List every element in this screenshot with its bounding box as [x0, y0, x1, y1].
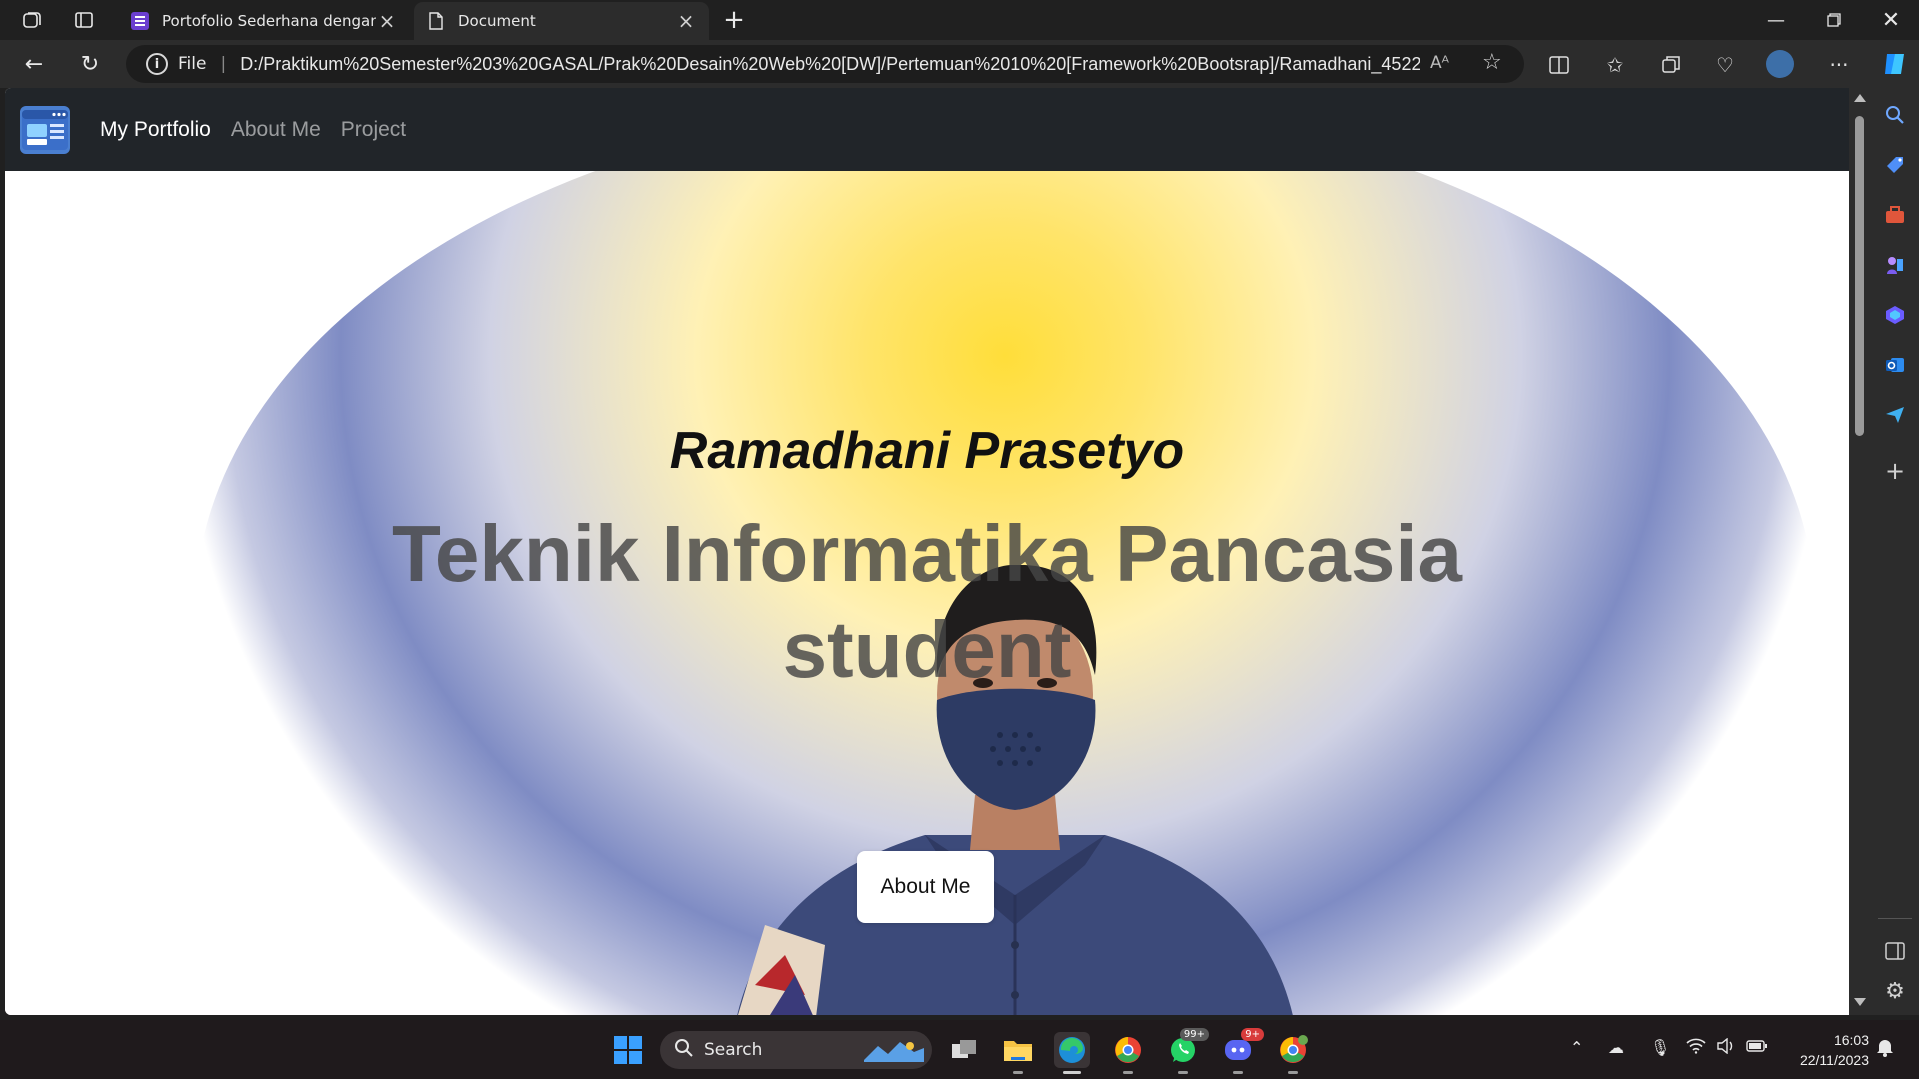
battery-icon[interactable]: [1746, 1038, 1768, 1057]
whatsapp-icon[interactable]: 99+: [1165, 1028, 1209, 1074]
nav-link-about-me[interactable]: About Me: [231, 118, 321, 142]
scrollbar-thumb[interactable]: [1855, 116, 1864, 436]
shopping-icon[interactable]: [1882, 152, 1908, 178]
hero-section: Ramadhani Prasetyo Teknik Informatika Pa…: [5, 171, 1849, 1015]
search-highlight-icon: [864, 1038, 924, 1067]
workspaces-icon[interactable]: [18, 8, 46, 32]
form-icon: [130, 11, 150, 31]
address-separator: |: [220, 54, 227, 74]
clock-date: 22/11/2023: [1799, 1052, 1869, 1068]
portfolio-logo-icon[interactable]: [20, 105, 70, 154]
search-icon: [674, 1038, 694, 1063]
document-icon: [426, 11, 446, 31]
tab-title: Document: [458, 12, 536, 30]
tools-icon[interactable]: [1882, 202, 1908, 228]
page-scrollbar[interactable]: [1849, 88, 1870, 1015]
edge-sidebar: + ⚙: [1870, 88, 1919, 1015]
chrome-profile-icon[interactable]: [1275, 1032, 1311, 1074]
edge-browser-icon[interactable]: [1054, 1032, 1090, 1074]
back-icon[interactable]: ←: [18, 50, 50, 78]
start-windows-icon[interactable]: [610, 1032, 646, 1068]
restore-icon[interactable]: [1806, 0, 1862, 40]
address-bar[interactable]: i File | D:/Praktikum%20Semester%203%20G…: [126, 45, 1524, 83]
taskbar-search[interactable]: Search: [660, 1031, 932, 1069]
favorite-star-icon[interactable]: ☆: [1482, 50, 1502, 75]
discord-badge: 9+: [1241, 1028, 1264, 1041]
profile-avatar-icon[interactable]: [1766, 50, 1794, 78]
refresh-icon[interactable]: ↻: [74, 50, 106, 78]
volume-icon[interactable]: [1716, 1037, 1736, 1058]
discord-icon[interactable]: 9+: [1220, 1028, 1264, 1074]
url-text[interactable]: D:/Praktikum%20Semester%203%20GASAL/Prak…: [240, 54, 1420, 75]
active-indicator: [1063, 1071, 1081, 1074]
task-view-icon[interactable]: [946, 1032, 982, 1068]
scroll-down-icon[interactable]: [1854, 998, 1866, 1006]
running-indicator: [1178, 1071, 1188, 1074]
hero-name: Ramadhani Prasetyo: [669, 422, 1185, 480]
close-window-icon[interactable]: ✕: [1863, 0, 1919, 40]
address-toolbar: ← ↻ i File | D:/Praktikum%20Semester%203…: [0, 40, 1919, 88]
site-navbar: My Portfolio About Me Project: [5, 88, 1849, 171]
copilot-designer-icon[interactable]: [1882, 302, 1908, 328]
clock-time: 16:03: [1833, 1032, 1869, 1048]
read-aloud-icon[interactable]: Aᴬ: [1430, 53, 1449, 73]
collections-icon[interactable]: [1658, 52, 1684, 78]
games-icon[interactable]: [1882, 252, 1908, 278]
chrome-icon[interactable]: [1110, 1032, 1146, 1074]
browser-tab-bar: Portofolio Sederhana dengan Bo × Documen…: [0, 0, 1919, 40]
page-viewport: My Portfolio About Me Project Ramadhani …: [5, 88, 1849, 1015]
outlook-icon[interactable]: [1882, 352, 1908, 378]
add-sidebar-app-icon[interactable]: +: [1882, 457, 1908, 485]
nav-link-project[interactable]: Project: [341, 118, 406, 142]
notification-bell-icon[interactable]: [1876, 1037, 1894, 1061]
navbar-brand-link[interactable]: My Portfolio: [100, 118, 211, 142]
info-icon[interactable]: i: [146, 53, 168, 75]
new-tab-icon[interactable]: +: [720, 5, 748, 35]
scheme-label: File: [178, 54, 207, 74]
settings-gear-icon[interactable]: ⚙: [1882, 978, 1908, 1004]
about-me-button[interactable]: About Me: [857, 851, 994, 923]
tab-close-icon[interactable]: ×: [376, 9, 398, 33]
favorites-icon[interactable]: ✩: [1602, 52, 1628, 78]
tab-title: Portofolio Sederhana dengan Bo: [162, 12, 376, 30]
minimize-icon[interactable]: —: [1748, 0, 1804, 40]
send-icon[interactable]: [1882, 402, 1908, 428]
running-indicator: [1288, 1071, 1298, 1074]
tray-overflow-icon[interactable]: ⌃: [1570, 1038, 1583, 1057]
onedrive-icon[interactable]: ☁: [1608, 1038, 1624, 1057]
running-indicator: [1013, 1071, 1023, 1074]
windows-taskbar: Search 99+ 9+ ⌃ ☁ 🎙 16:03 22/11/2023: [0, 1020, 1919, 1079]
search-label: Search: [704, 1040, 763, 1060]
sidebar-divider: [1878, 918, 1912, 919]
taskbar-clock[interactable]: 16:03 22/11/2023: [1785, 1030, 1869, 1070]
split-screen-icon[interactable]: [1546, 52, 1572, 78]
browser-essentials-icon[interactable]: ♡: [1712, 52, 1738, 78]
wifi-icon[interactable]: [1686, 1038, 1706, 1058]
scroll-up-icon[interactable]: [1854, 94, 1866, 102]
tab-actions-icon[interactable]: [70, 8, 98, 32]
search-icon[interactable]: [1882, 102, 1908, 128]
microphone-icon[interactable]: 🎙: [1650, 1038, 1670, 1057]
whatsapp-badge: 99+: [1179, 1028, 1209, 1041]
file-explorer-icon[interactable]: [1000, 1032, 1036, 1074]
tab-portfolio[interactable]: Portofolio Sederhana dengan Bo ×: [118, 2, 410, 40]
hero-title: Teknik Informatika Pancasia student: [391, 509, 1463, 694]
tab-close-icon[interactable]: ×: [675, 9, 697, 33]
tab-document[interactable]: Document ×: [414, 2, 709, 40]
running-indicator: [1233, 1071, 1243, 1074]
hide-sidebar-icon[interactable]: [1882, 938, 1908, 964]
more-options-icon[interactable]: ···: [1826, 52, 1852, 78]
copilot-icon[interactable]: [1880, 49, 1910, 79]
running-indicator: [1123, 1071, 1133, 1074]
